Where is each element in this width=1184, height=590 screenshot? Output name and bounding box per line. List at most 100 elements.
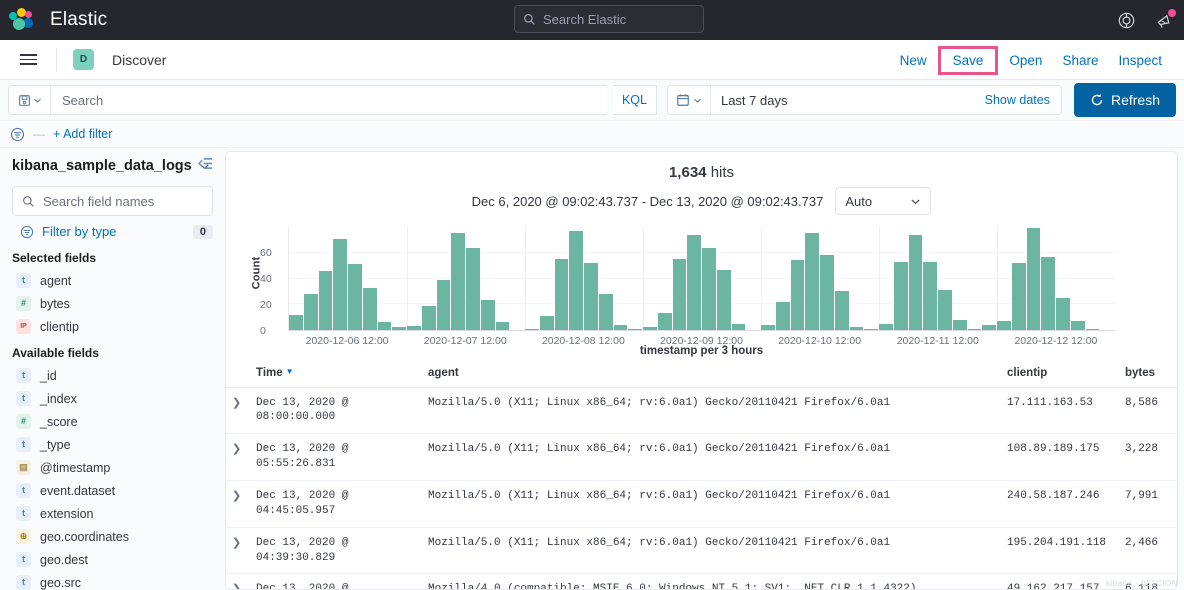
collapse-sidebar-icon[interactable] (198, 157, 213, 175)
filter-icon[interactable] (10, 127, 25, 142)
saved-query-button[interactable] (9, 86, 51, 114)
chart-bar[interactable] (437, 280, 451, 330)
chart-plot-area[interactable] (288, 227, 1115, 331)
chart-bar[interactable] (850, 327, 864, 330)
chart-bar[interactable] (481, 300, 495, 330)
field-search-input[interactable]: Search field names (12, 186, 213, 216)
chart-bar[interactable] (732, 324, 746, 330)
column-header-bytes[interactable]: bytes (1119, 365, 1177, 388)
chart-bar[interactable] (496, 322, 510, 330)
chart-bar[interactable] (702, 248, 716, 330)
expand-row-icon[interactable]: ❯ (232, 490, 241, 502)
sidebar-field-geo-coordinates[interactable]: ⊕ geo.coordinates (0, 525, 225, 548)
chart-bar[interactable] (451, 233, 465, 330)
chart-bar[interactable] (643, 327, 657, 330)
chart-bar[interactable] (791, 260, 805, 330)
chart-bar[interactable] (776, 302, 790, 330)
chart-bar[interactable] (289, 315, 303, 330)
sidebar-field-event-dataset[interactable]: t event.dataset (0, 479, 225, 502)
chart-bar[interactable] (1027, 228, 1041, 330)
chart-bar[interactable] (319, 271, 333, 330)
chart-bar[interactable] (584, 263, 598, 330)
chart-bar[interactable] (1086, 329, 1100, 330)
chart-bar[interactable] (466, 248, 480, 330)
chart-bar[interactable] (363, 288, 377, 330)
chart-bar[interactable] (304, 294, 318, 330)
index-pattern-selector[interactable]: kibana_sample_data_logs (0, 158, 225, 174)
chart-bar[interactable] (378, 322, 392, 330)
interval-select[interactable]: Auto (835, 187, 931, 215)
sidebar-field-clientip[interactable]: IP clientip (0, 315, 225, 338)
table-row[interactable]: ❯Dec 13, 2020 @ 05:55:26.831Mozilla/5.0 … (226, 434, 1177, 481)
table-row[interactable]: ❯Dec 13, 2020 @ 04:45:05.957Mozilla/5.0 … (226, 481, 1177, 528)
chart-bar[interactable] (422, 306, 436, 330)
megaphone-icon[interactable] (1154, 10, 1174, 30)
menu-icon[interactable] (10, 54, 46, 65)
chart-bar[interactable] (673, 259, 687, 330)
sidebar-field-extension[interactable]: t extension (0, 502, 225, 525)
chart-bar[interactable] (628, 329, 642, 330)
sidebar-field-_score[interactable]: # _score (0, 410, 225, 433)
expand-row-icon[interactable]: ❯ (232, 537, 241, 549)
column-header-time[interactable]: Time▼ (250, 365, 422, 388)
elastic-logo-wrap[interactable]: Elastic (0, 7, 107, 33)
expand-row-icon[interactable]: ❯ (232, 397, 241, 409)
nav-link-inspect[interactable]: Inspect (1108, 49, 1172, 72)
help-circle-icon[interactable] (1116, 10, 1136, 30)
sidebar-field-agent[interactable]: t agent (0, 269, 225, 292)
table-row[interactable]: ❯Dec 13, 2020 @ 04:20:24.125Mozilla/4.0 … (226, 574, 1177, 589)
expand-row-icon[interactable]: ❯ (232, 443, 241, 455)
sidebar-field-geo-src[interactable]: t geo.src (0, 571, 225, 590)
chart-bar[interactable] (923, 262, 937, 330)
refresh-button[interactable]: Refresh (1074, 83, 1176, 117)
table-row[interactable]: ❯Dec 13, 2020 @ 04:39:30.829Mozilla/5.0 … (226, 527, 1177, 574)
chart-bar[interactable] (938, 290, 952, 330)
chart-bar[interactable] (953, 320, 967, 330)
chart-bar[interactable] (997, 321, 1011, 330)
chart-bar[interactable] (909, 235, 923, 330)
documents-table-wrap[interactable]: Time▼ agent clientip bytes ❯Dec 13, 2020… (226, 365, 1177, 589)
column-header-agent[interactable]: agent (422, 365, 1001, 388)
chart-bar[interactable] (1012, 263, 1026, 330)
chart-bar[interactable] (835, 291, 849, 330)
chart-bar[interactable] (968, 329, 982, 330)
save-button[interactable]: Save (941, 49, 996, 72)
chart-bar[interactable] (687, 235, 701, 330)
chart-bar[interactable] (879, 324, 893, 330)
expand-row-icon[interactable]: ❯ (232, 583, 241, 589)
chart-bar[interactable] (1041, 257, 1055, 330)
calendar-button[interactable] (668, 86, 711, 114)
show-dates-button[interactable]: Show dates (985, 93, 1061, 107)
chart-bar[interactable] (805, 233, 819, 330)
nav-link-share[interactable]: Share (1052, 49, 1108, 72)
sidebar-field-timestamp[interactable]: ▤ @timestamp (0, 456, 225, 479)
sidebar-field-_type[interactable]: t _type (0, 433, 225, 456)
column-header-clientip[interactable]: clientip (1001, 365, 1119, 388)
chart-bar[interactable] (525, 329, 539, 330)
chart-bar[interactable] (761, 325, 775, 330)
histogram-chart[interactable]: Count 0204060 2020-12-06 12:002020-12-07… (238, 221, 1165, 325)
sidebar-field-_id[interactable]: t _id (0, 364, 225, 387)
search-input[interactable]: Search (8, 85, 607, 115)
table-row[interactable]: ❯Dec 13, 2020 @ 08:00:00.000Mozilla/5.0 … (226, 387, 1177, 434)
nav-link-new[interactable]: New (890, 49, 937, 72)
chart-bar[interactable] (658, 313, 672, 330)
kql-language-button[interactable]: KQL (613, 85, 657, 115)
chart-bar[interactable] (407, 326, 421, 330)
sidebar-field-bytes[interactable]: # bytes (0, 292, 225, 315)
chart-bar[interactable] (540, 316, 554, 330)
chart-bar[interactable] (894, 262, 908, 330)
chart-bar[interactable] (569, 231, 583, 330)
chart-bar[interactable] (392, 327, 406, 330)
chart-bar[interactable] (1071, 321, 1085, 330)
chart-bar[interactable] (348, 264, 362, 330)
sidebar-field-_index[interactable]: t _index (0, 387, 225, 410)
chart-bar[interactable] (555, 259, 569, 330)
filter-by-type-button[interactable]: Filter by type 0 (0, 216, 225, 243)
chart-bar[interactable] (1056, 298, 1070, 330)
chart-bar[interactable] (614, 325, 628, 330)
chart-bar[interactable] (820, 255, 834, 330)
chart-bar[interactable] (717, 270, 731, 331)
sidebar-field-geo-dest[interactable]: t geo.dest (0, 548, 225, 571)
chart-bar[interactable] (333, 239, 347, 330)
